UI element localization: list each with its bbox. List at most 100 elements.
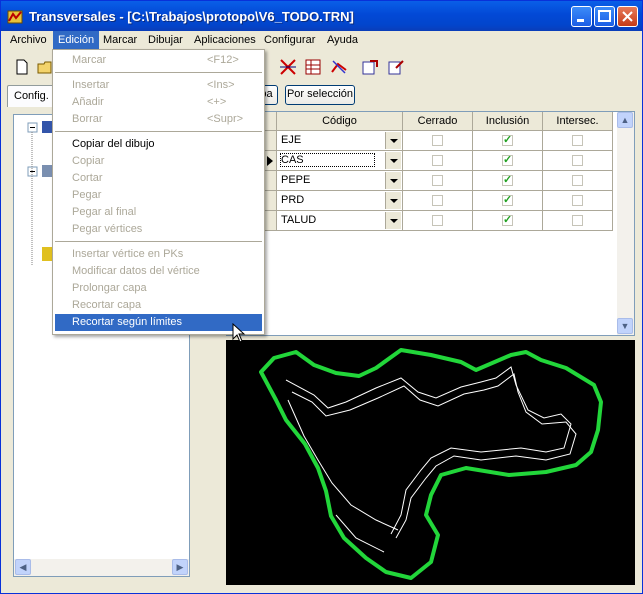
menu-dibujar[interactable]: Dibujar <box>143 31 188 50</box>
menu-item-insertar[interactable]: Insertar <Ins> <box>55 77 262 94</box>
dropdown-arrow-icon[interactable] <box>385 132 401 149</box>
intersec-checkbox[interactable] <box>572 155 583 166</box>
menu-item-modificar-datos-del-vértice[interactable]: Modificar datos del vértice <box>55 263 262 280</box>
inclusion-checkbox[interactable] <box>502 213 513 226</box>
menu-item-cortar[interactable]: Cortar <box>55 170 262 187</box>
menu-item-label: Recortar capa <box>72 299 142 311</box>
menu-item-añadir[interactable]: Añadir <+> <box>55 94 262 111</box>
inclusion-checkbox[interactable] <box>502 193 513 206</box>
intersec-checkbox[interactable] <box>572 135 583 146</box>
cell-intersec <box>543 131 613 151</box>
drawing-canvas[interactable] <box>226 340 635 585</box>
cell-codigo[interactable]: TALUD <box>277 211 403 231</box>
inclusion-checkbox[interactable] <box>502 153 513 166</box>
codigo-value: EJE <box>281 134 302 146</box>
menu-aplicaciones[interactable]: Aplicaciones <box>189 31 261 50</box>
cross-lines-icon[interactable] <box>279 58 297 76</box>
menu-item-pegar-vértices[interactable]: Pegar vértices <box>55 221 262 238</box>
menu-item-recortar-capa[interactable]: Recortar capa <box>55 297 262 314</box>
menu-item-recortar-según-límites[interactable]: Recortar según límites <box>55 314 262 331</box>
menu-marcar[interactable]: Marcar <box>98 31 142 50</box>
scroll-left-icon[interactable]: ◀ <box>15 559 31 575</box>
dropdown-arrow-icon[interactable] <box>385 152 401 169</box>
menu-item-insertar-vértice-en-pks[interactable]: Insertar vértice en PKs <box>55 246 262 263</box>
export-icon[interactable] <box>361 58 379 76</box>
menu-item-marcar[interactable]: Marcar <F12> <box>55 52 262 69</box>
scroll-up-icon[interactable]: ▲ <box>617 112 633 128</box>
cerrado-checkbox[interactable] <box>432 215 443 226</box>
cell-inclusion <box>473 191 543 211</box>
cell-inclusion <box>473 171 543 191</box>
vertical-scrollbar[interactable]: ▲ ▼ <box>617 112 634 335</box>
menu-ayuda[interactable]: Ayuda <box>322 31 363 50</box>
tab-config[interactable]: Config. <box>7 85 57 107</box>
menu-edicion[interactable]: Edición <box>53 31 100 50</box>
minimize-icon <box>577 19 584 22</box>
menu-item-label: Pegar vértices <box>72 223 143 235</box>
window-title: Transversales - [C:\Trabajos\protopo\V6_… <box>29 9 354 24</box>
close-button[interactable] <box>617 6 638 27</box>
menu-item-label: Marcar <box>72 54 107 66</box>
dropdown-arrow-icon[interactable] <box>385 192 401 209</box>
inclusion-checkbox[interactable] <box>502 133 513 146</box>
profile-lines-icon[interactable] <box>330 58 348 76</box>
cell-cerrado <box>403 191 473 211</box>
intersec-checkbox[interactable] <box>572 175 583 186</box>
talud-line <box>287 399 399 531</box>
cell-codigo[interactable]: CAS <box>277 151 403 171</box>
por-seleccion-button[interactable]: Por selección <box>285 85 355 105</box>
dropdown-arrow-icon[interactable] <box>385 212 401 229</box>
menu-separator <box>55 241 262 242</box>
intersec-checkbox[interactable] <box>572 195 583 206</box>
app-icon <box>7 10 23 24</box>
cell-cerrado <box>403 171 473 191</box>
cell-codigo[interactable]: PEPE <box>277 171 403 191</box>
cell-intersec <box>543 171 613 191</box>
cerrado-checkbox[interactable] <box>432 135 443 146</box>
menu-item-shortcut: <+> <box>207 96 227 108</box>
dropdown-arrow-icon[interactable] <box>385 172 401 189</box>
menu-item-label: Añadir <box>72 96 104 108</box>
table-edit-icon[interactable] <box>304 58 322 76</box>
menu-item-label: Insertar vértice en PKs <box>72 248 184 260</box>
layer-grid: Código Cerrado Inclusión Intersec. EJE CA… <box>226 111 635 336</box>
menu-item-label: Cortar <box>72 172 103 184</box>
menu-item-copiar[interactable]: Copiar <box>55 153 262 170</box>
codigo-value: CAS <box>280 153 375 167</box>
cell-codigo[interactable]: PRD <box>277 191 403 211</box>
col-header-inclusion[interactable]: Inclusión <box>473 112 543 131</box>
menu-item-prolongar-capa[interactable]: Prolongar capa <box>55 280 262 297</box>
col-header-codigo[interactable]: Código <box>277 112 403 131</box>
cerrado-checkbox[interactable] <box>432 195 443 206</box>
menu-item-pegar[interactable]: Pegar <box>55 187 262 204</box>
scroll-right-icon[interactable]: ▶ <box>172 559 188 575</box>
col-header-intersec[interactable]: Intersec. <box>543 112 613 131</box>
cerrado-checkbox[interactable] <box>432 155 443 166</box>
new-file-icon[interactable] <box>13 58 31 76</box>
menu-item-label: Borrar <box>72 113 103 125</box>
menu-configurar[interactable]: Configurar <box>259 31 320 50</box>
cell-codigo[interactable]: EJE <box>277 131 403 151</box>
minimize-button[interactable] <box>571 6 592 27</box>
cell-intersec <box>543 191 613 211</box>
intersec-checkbox[interactable] <box>572 215 583 226</box>
scroll-down-icon[interactable]: ▼ <box>617 318 633 334</box>
col-header-cerrado[interactable]: Cerrado <box>403 112 473 131</box>
menu-archivo[interactable]: Archivo <box>5 31 52 50</box>
import-icon[interactable] <box>387 58 405 76</box>
menu-bar: Archivo Edición Marcar Dibujar Aplicacio… <box>1 31 642 50</box>
boundary-polyline <box>259 348 603 580</box>
horizontal-scrollbar[interactable]: ◀ ▶ <box>14 559 189 576</box>
menu-item-pegar-al-final[interactable]: Pegar al final <box>55 204 262 221</box>
menu-item-label: Pegar al final <box>72 206 137 218</box>
menu-item-borrar[interactable]: Borrar <Supr> <box>55 111 262 128</box>
menu-item-copiar-del-dibujo[interactable]: Copiar del dibujo <box>55 136 262 153</box>
cerrado-checkbox[interactable] <box>432 175 443 186</box>
maximize-button[interactable] <box>594 6 615 27</box>
title-bar: Transversales - [C:\Trabajos\protopo\V6_… <box>1 1 642 31</box>
mouse-cursor-icon <box>232 323 246 343</box>
cell-inclusion <box>473 211 543 231</box>
menu-item-label: Copiar del dibujo <box>72 138 155 150</box>
inclusion-checkbox[interactable] <box>502 173 513 186</box>
cell-inclusion <box>473 131 543 151</box>
